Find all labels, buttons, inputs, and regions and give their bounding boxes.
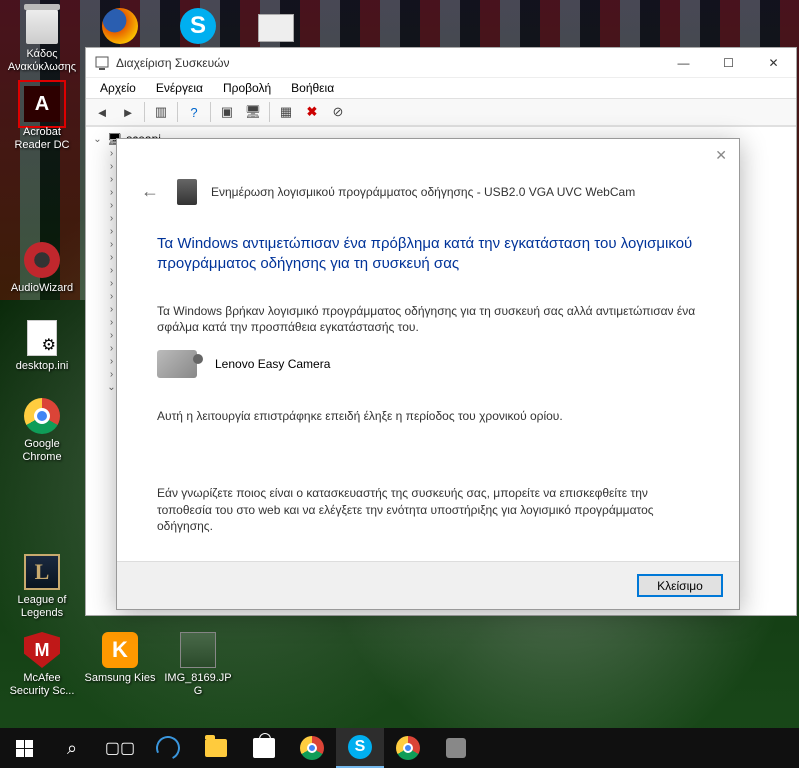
toolbar-show-hide[interactable]: ▥: [149, 100, 173, 124]
taskbar-chrome-2[interactable]: [384, 728, 432, 768]
explorer-icon: [205, 739, 227, 757]
taskbar-store[interactable]: [240, 728, 288, 768]
driver-update-dialog: ✕ ← Ενημέρωση λογισμικού προγράμματος οδ…: [116, 138, 740, 610]
toolbar-properties[interactable]: ▣: [215, 100, 239, 124]
ini-file-icon: [27, 320, 57, 356]
toolbar-update[interactable]: ▦: [274, 100, 298, 124]
device-row: Lenovo Easy Camera: [157, 350, 699, 378]
toolbar-forward[interactable]: ►: [116, 100, 140, 124]
taskbar-edge[interactable]: [144, 728, 192, 768]
search-icon: ⌕: [67, 738, 77, 759]
taskbar: ⌕ ▢▢ S: [0, 728, 799, 768]
toolbar-scan[interactable]: 🖥: [241, 100, 265, 124]
device-name: Lenovo Easy Camera: [215, 357, 330, 371]
desktop-icon-recycle-bin[interactable]: Κάδος Ανακύκλωσης: [4, 4, 80, 80]
devmgr-title-icon: [94, 55, 110, 71]
skype-icon: S: [180, 8, 216, 44]
window-thumb-icon: [258, 14, 294, 42]
edge-icon: [153, 733, 184, 764]
menu-action[interactable]: Ενέργεια: [148, 79, 211, 97]
mcafee-icon: M: [24, 632, 60, 668]
taskbar-explorer[interactable]: [192, 728, 240, 768]
desktop: Κάδος Ανακύκλωσης S A Acrobat Reader DC …: [0, 0, 799, 768]
toolbar: ◄ ► ▥ ? ▣ 🖥 ▦ ✖ ⊘: [86, 98, 796, 126]
menu-help[interactable]: Βοήθεια: [283, 79, 342, 97]
desktop-icon-img[interactable]: IMG_8169.JPG: [160, 628, 236, 704]
windows-icon: [16, 740, 33, 757]
menu-file[interactable]: Αρχείο: [92, 79, 144, 97]
back-arrow-icon[interactable]: ←: [137, 177, 163, 206]
league-icon: L: [24, 554, 60, 590]
toolbar-help[interactable]: ?: [182, 100, 206, 124]
desktop-icon-audiowizard[interactable]: AudioWizard: [4, 238, 80, 314]
audiowizard-icon: [24, 242, 60, 278]
toolbar-back[interactable]: ◄: [90, 100, 114, 124]
skype-icon: S: [348, 735, 372, 759]
body-text-2: Αυτή η λειτουργία επιστράφηκε επειδή έλη…: [157, 408, 699, 425]
jpg-thumb-icon: [180, 632, 216, 668]
chrome-icon: [24, 398, 60, 434]
recycle-bin-icon: [26, 8, 58, 44]
desktop-icon-lol[interactable]: L League of Legends: [4, 550, 80, 626]
dialog-footer: Κλείσιμο: [117, 561, 739, 609]
toolbar-uninstall[interactable]: ✖: [300, 100, 324, 124]
app-icon: [446, 738, 466, 758]
desktop-icon-mcafee[interactable]: M McAfee Security Sc...: [4, 628, 80, 704]
desktop-icon-acrobat[interactable]: A Acrobat Reader DC: [4, 82, 80, 158]
menubar: Αρχείο Ενέργεια Προβολή Βοήθεια: [86, 78, 796, 98]
camera-icon: [157, 350, 197, 378]
close-button[interactable]: ✕: [751, 48, 796, 77]
start-button[interactable]: [0, 728, 48, 768]
taskbar-chrome[interactable]: [288, 728, 336, 768]
taskview-icon: ▢▢: [105, 738, 135, 758]
maximize-button[interactable]: ☐: [706, 48, 751, 77]
dialog-body: Τα Windows αντιμετώπισαν ένα πρόβλημα κα…: [117, 222, 739, 561]
toolbar-disable[interactable]: ⊘: [326, 100, 350, 124]
desktop-icon-kies[interactable]: K Samsung Kies: [82, 628, 158, 704]
acrobat-icon: A: [24, 86, 60, 122]
minimize-button[interactable]: —: [661, 48, 706, 77]
dialog-title: Ενημέρωση λογισμικού προγράμματος οδήγησ…: [211, 185, 635, 199]
problem-heading: Τα Windows αντιμετώπισαν ένα πρόβλημα κα…: [157, 234, 699, 275]
body-text-3: Εάν γνωρίζετε ποιος είναι ο κατασκευαστή…: [157, 485, 699, 535]
chrome-icon: [300, 736, 324, 760]
taskbar-app[interactable]: [432, 728, 480, 768]
collapse-icon[interactable]: ⌄: [92, 134, 103, 145]
chrome-icon: [396, 736, 420, 760]
store-icon: [253, 738, 275, 758]
taskbar-search[interactable]: ⌕: [48, 728, 96, 768]
window-title: Διαχείριση Συσκευών: [116, 56, 661, 70]
body-text-1: Τα Windows βρήκαν λογισμικό προγράμματος…: [157, 303, 699, 337]
titlebar[interactable]: Διαχείριση Συσκευών — ☐ ✕: [86, 48, 796, 78]
kies-icon: K: [102, 632, 138, 668]
dialog-header: ← Ενημέρωση λογισμικού προγράμματος οδήγ…: [117, 139, 739, 222]
desktop-icon-chrome[interactable]: Google Chrome: [4, 394, 80, 470]
close-dialog-button[interactable]: Κλείσιμο: [637, 574, 723, 597]
menu-view[interactable]: Προβολή: [215, 79, 279, 97]
firefox-icon: [102, 8, 138, 44]
taskbar-skype[interactable]: S: [336, 728, 384, 768]
dialog-close-button[interactable]: ✕: [715, 147, 727, 164]
desktop-icon-desktop-ini[interactable]: desktop.ini: [4, 316, 80, 392]
taskbar-taskview[interactable]: ▢▢: [96, 728, 144, 768]
driver-device-icon: [177, 179, 197, 205]
